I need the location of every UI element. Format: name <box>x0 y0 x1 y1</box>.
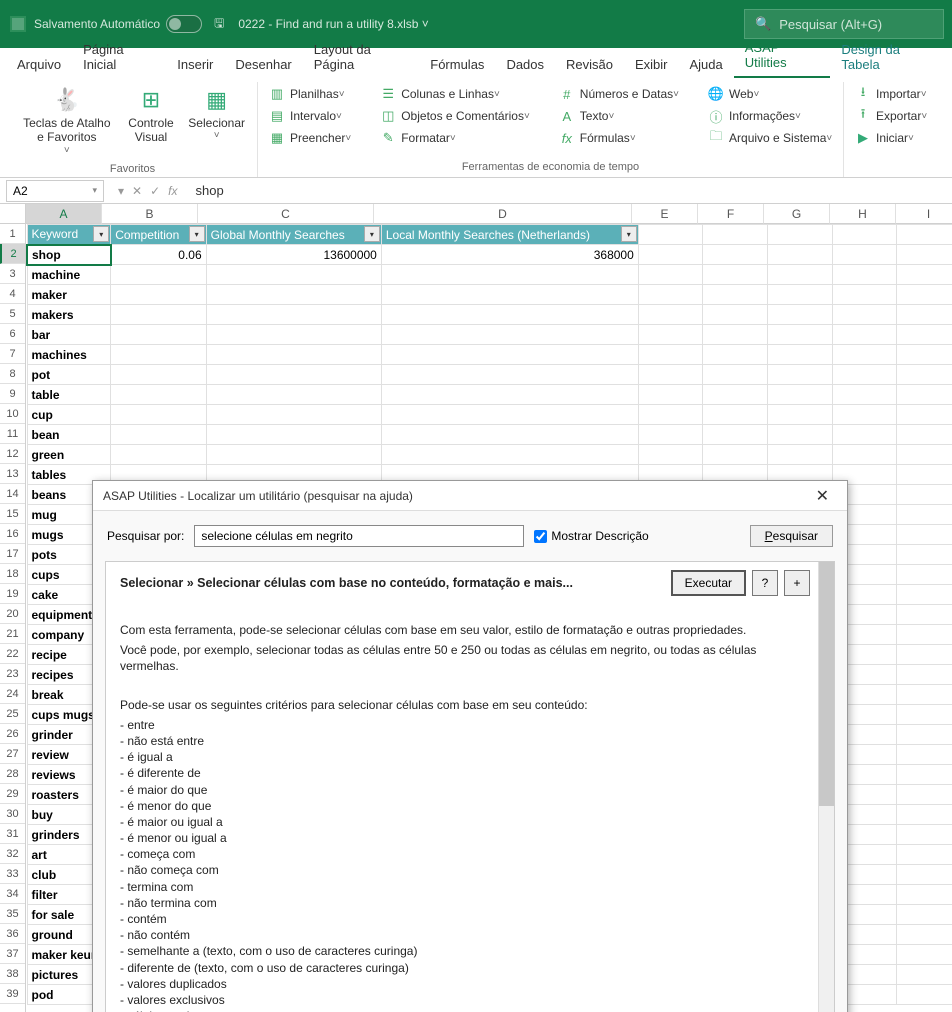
filter-icon[interactable]: ▾ <box>621 226 637 242</box>
select-all-corner[interactable] <box>0 204 26 224</box>
fill-icon: ▦ <box>268 130 286 146</box>
web-button[interactable]: 🌐Web <box>703 84 836 104</box>
tab-asap-utilities[interactable]: ASAP Utilities <box>734 34 831 78</box>
ribbon-tabs: Arquivo Página Inicial Inserir Desenhar … <box>0 48 952 78</box>
formula-input[interactable]: shop <box>186 183 952 198</box>
tab-inserir[interactable]: Inserir <box>166 51 224 78</box>
fx-icon[interactable]: fx <box>168 184 177 198</box>
filter-icon[interactable]: ▾ <box>364 226 380 242</box>
dialog-title: ASAP Utilities - Localizar um utilitário… <box>103 489 413 503</box>
numbers-icon: # <box>558 86 576 102</box>
iniciar-button[interactable]: ▶Iniciar <box>850 128 938 148</box>
scrollbar-thumb[interactable] <box>819 562 834 806</box>
filter-icon[interactable]: ▾ <box>189 226 205 242</box>
preencher-button[interactable]: ▦Preencher <box>264 128 355 148</box>
fx-icon: fx <box>558 130 576 146</box>
column-headers[interactable]: ABCDEFGHI <box>26 204 952 224</box>
dropdown-icon[interactable]: ▾ <box>118 184 124 198</box>
range-icon: ▤ <box>268 108 286 124</box>
search-button[interactable]: Pesquisar <box>750 525 833 547</box>
desc-p2: Você pode, por exemplo, selecionar todas… <box>120 642 804 674</box>
group-label-favoritos: Favoritos <box>14 161 251 179</box>
execute-button[interactable]: Executar <box>671 570 746 596</box>
worksheet: ABCDEFGHI 123456789101112131415161718192… <box>0 204 952 1012</box>
controle-visual-button[interactable]: ⊞Controle Visual <box>120 82 183 161</box>
arquivo-sistema-button[interactable]: 🗀Arquivo e Sistema <box>703 128 836 148</box>
text-icon: A <box>558 108 576 124</box>
tab-layout[interactable]: Layout da Página <box>303 36 419 78</box>
dialog-titlebar: ASAP Utilities - Localizar um utilitário… <box>93 481 847 511</box>
dialog-scrollbar[interactable]: ▾ <box>818 562 834 1012</box>
excel-icon <box>8 14 28 34</box>
tab-arquivo[interactable]: Arquivo <box>6 51 72 78</box>
exportar-button[interactable]: ⭱Exportar <box>850 106 938 126</box>
cancel-icon[interactable]: ✕ <box>132 184 142 198</box>
dialog-search-row: Pesquisar por: Mostrar Descrição Pesquis… <box>93 511 847 557</box>
info-icon: ⓘ <box>707 108 725 124</box>
export-icon: ⭱ <box>854 108 872 124</box>
rabbit-icon: 🐇 <box>51 86 83 114</box>
dialog-action-row: Executar ? + <box>671 570 810 596</box>
tab-revisao[interactable]: Revisão <box>555 51 624 78</box>
objetos-button[interactable]: ◫Objetos e Comentários <box>375 106 534 126</box>
planilhas-button[interactable]: ▥Planilhas <box>264 84 355 104</box>
search-label: Pesquisar por: <box>107 529 184 543</box>
objects-icon: ◫ <box>379 108 397 124</box>
intervalo-button[interactable]: ▤Intervalo <box>264 106 355 126</box>
row-headers[interactable]: 1234567891011121314151617181920212223242… <box>0 224 26 1012</box>
tab-design-tabela[interactable]: Design da Tabela <box>830 36 946 78</box>
criteria-list: - entre- não está entre- é igual a- é di… <box>120 717 804 1012</box>
visual-icon: ⊞ <box>135 86 167 114</box>
asap-search-dialog: ASAP Utilities - Localizar um utilitário… <box>92 480 848 1012</box>
add-button[interactable]: + <box>784 570 810 596</box>
teclas-atalho-button[interactable]: 🐇Teclas de Atalho e Favoritos <box>14 82 120 161</box>
ribbon: 🐇Teclas de Atalho e Favoritos ⊞Controle … <box>0 78 952 178</box>
texto-button[interactable]: ATexto <box>554 106 683 126</box>
formatar-button[interactable]: ✎Formatar <box>375 128 534 148</box>
show-description-checkbox[interactable]: Mostrar Descrição <box>534 529 648 543</box>
system-icon: 🗀 <box>707 130 725 146</box>
selecionar-button[interactable]: ▦Selecionar <box>182 82 251 161</box>
dialog-content: Executar ? + Selecionar » Selecionar cél… <box>106 562 818 1012</box>
autosave-toggle[interactable]: Salvamento Automático <box>34 15 202 33</box>
dialog-body: Executar ? + Selecionar » Selecionar cél… <box>105 561 835 1012</box>
search-input[interactable] <box>194 525 524 547</box>
informacoes-button[interactable]: ⓘInformações <box>703 106 836 126</box>
close-icon[interactable]: ✕ <box>808 486 837 506</box>
formula-bar: A2▾ ▾ ✕ ✓ fx shop <box>0 178 952 204</box>
save-icon[interactable]: 🖫 <box>214 14 224 35</box>
help-button[interactable]: ? <box>752 570 778 596</box>
select-icon: ▦ <box>201 86 233 114</box>
start-icon: ▶ <box>854 130 872 146</box>
format-icon: ✎ <box>379 130 397 146</box>
tab-exibir[interactable]: Exibir <box>624 51 679 78</box>
group-label-ferramentas: Ferramentas de economia de tempo <box>264 159 837 177</box>
desc-p1: Com esta ferramenta, pode-se selecionar … <box>120 622 804 638</box>
importar-button[interactable]: ⭳Importar <box>850 84 938 104</box>
search-placeholder: Pesquisar (Alt+G) <box>779 17 882 32</box>
numeros-datas-button[interactable]: #Números e Datas <box>554 84 683 104</box>
tab-dados[interactable]: Dados <box>495 51 555 78</box>
filter-icon[interactable]: ▾ <box>93 226 109 242</box>
file-name[interactable]: 0222 - Find and run a utility 8.xlsb ˅ <box>238 17 428 31</box>
tab-pagina-inicial[interactable]: Página Inicial <box>72 36 166 78</box>
cols-icon: ☰ <box>379 86 397 102</box>
formulas-button[interactable]: fxFórmulas <box>554 128 683 148</box>
fx-icons: ▾ ✕ ✓ fx <box>110 184 186 198</box>
tab-formulas[interactable]: Fórmulas <box>419 51 495 78</box>
name-box[interactable]: A2▾ <box>6 180 104 202</box>
web-icon: 🌐 <box>707 86 725 102</box>
import-icon: ⭳ <box>854 86 872 102</box>
tab-desenhar[interactable]: Desenhar <box>224 51 302 78</box>
desc-p3: Pode-se usar os seguintes critérios para… <box>120 697 804 713</box>
tab-ajuda[interactable]: Ajuda <box>679 51 734 78</box>
search-icon: 🔍 <box>755 16 771 32</box>
show-desc-check[interactable] <box>534 530 547 543</box>
sheets-icon: ▥ <box>268 86 286 102</box>
confirm-icon[interactable]: ✓ <box>150 184 160 198</box>
colunas-linhas-button[interactable]: ☰Colunas e Linhas <box>375 84 534 104</box>
